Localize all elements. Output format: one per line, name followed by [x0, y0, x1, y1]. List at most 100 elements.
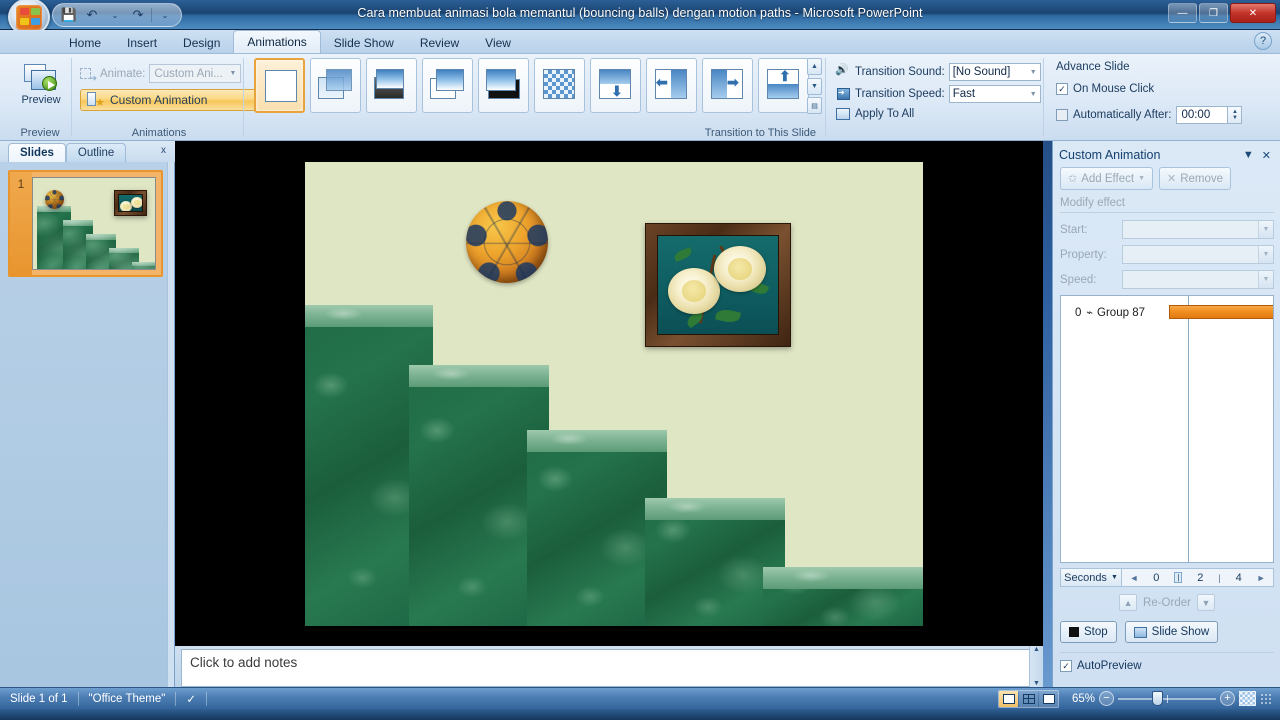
transition-fade-through-black[interactable]	[478, 58, 529, 113]
transition-wipe-left[interactable]: ⬅	[646, 58, 697, 113]
slides-pane-scrollbar[interactable]	[167, 162, 174, 687]
add-effect-button[interactable]: ✩ Add Effect ▼	[1060, 167, 1154, 190]
timeline-next-icon[interactable]: ►	[1257, 573, 1266, 583]
transition-fade-smoothly[interactable]	[422, 58, 473, 113]
undo-dropdown-icon[interactable]: ⌄	[105, 6, 125, 25]
zoom-slider-handle[interactable]	[1152, 691, 1163, 706]
picture-frame[interactable]	[645, 223, 791, 347]
remove-effect-button[interactable]: ✕ Remove	[1159, 167, 1232, 190]
slide-show-button[interactable]: Slide Show	[1124, 621, 1219, 643]
transition-wipe-down[interactable]: ⬇	[590, 58, 641, 113]
autopreview-row[interactable]: ✓ AutoPreview	[1060, 660, 1274, 672]
fit-to-window-button[interactable]	[1239, 691, 1256, 706]
close-button[interactable]: ✕	[1230, 3, 1276, 23]
notes-scrollbar[interactable]: ▲ ▼	[1029, 646, 1043, 687]
timeline-tick-2: 2	[1197, 571, 1204, 584]
autopreview-checkbox[interactable]: ✓	[1060, 660, 1072, 672]
automatically-after-spinner[interactable]: ▲ ▼	[1228, 106, 1243, 124]
zoom-out-button[interactable]: −	[1099, 691, 1114, 706]
tab-insert[interactable]: Insert	[114, 32, 170, 53]
slide-counter[interactable]: Slide 1 of 1	[0, 688, 78, 709]
resize-grip[interactable]	[1260, 692, 1272, 705]
apply-to-all-button[interactable]: Apply To All	[836, 107, 914, 121]
start-dropdown[interactable]: ▼	[1122, 220, 1274, 239]
tab-review[interactable]: Review	[407, 32, 472, 53]
theme-name[interactable]: "Office Theme"	[79, 688, 176, 709]
slide-canvas[interactable]	[305, 162, 923, 626]
animation-effect-list[interactable]: 0 ⌁ Group 87	[1060, 295, 1274, 563]
restore-button[interactable]: ❐	[1199, 3, 1228, 23]
customize-qat-icon[interactable]: ⌄	[155, 6, 175, 25]
notes-scroll-down-icon[interactable]: ▼	[1033, 680, 1040, 687]
view-slide-sorter-button[interactable]	[1019, 690, 1038, 707]
custom-animation-label: Custom Animation	[110, 93, 208, 107]
transition-cut-through-black[interactable]	[366, 58, 417, 113]
help-icon[interactable]: ?	[1254, 32, 1272, 50]
zoom-slider[interactable]	[1118, 691, 1216, 706]
bouncing-ball[interactable]	[466, 201, 548, 283]
redo-icon[interactable]: ↷	[128, 6, 148, 25]
timeline-tick-4: 4	[1235, 571, 1242, 584]
tab-home[interactable]: Home	[56, 32, 114, 53]
transition-sound-dropdown[interactable]: [No Sound] ▼	[948, 63, 1041, 81]
animation-timeline-bar[interactable]	[1169, 305, 1273, 319]
custom-animation-button[interactable]: Custom Animation	[80, 89, 256, 111]
timeline-tick-3: |	[1218, 572, 1221, 583]
zoom-in-button[interactable]: +	[1220, 691, 1235, 706]
transition-wipe-up[interactable]: ⬆	[758, 58, 809, 113]
notes-input[interactable]: Click to add notes	[181, 649, 1037, 687]
transition-wipe-right[interactable]: ➡	[702, 58, 753, 113]
timeline-controls: Seconds ▼ ◄ 0 | 2 | 4 ►	[1060, 568, 1274, 587]
notes-scroll-up-icon[interactable]: ▲	[1033, 646, 1040, 653]
on-mouse-click-row[interactable]: ✓ On Mouse Click	[1056, 83, 1154, 95]
transition-no-transition[interactable]	[254, 58, 305, 113]
stop-button[interactable]: Stop	[1060, 621, 1117, 643]
reorder-up-icon[interactable]: ▲	[1119, 594, 1138, 611]
start-label: Start:	[1060, 223, 1088, 236]
transition-blinds-fade-smoothly[interactable]	[310, 58, 361, 113]
timeline-scale[interactable]: ◄ 0 | 2 | 4 ►	[1122, 568, 1274, 587]
gallery-scroll-up-icon[interactable]: ▲	[807, 58, 822, 75]
spinner-down-icon[interactable]: ▼	[1232, 115, 1238, 121]
tab-view[interactable]: View	[472, 32, 524, 53]
stop-icon	[1069, 627, 1079, 637]
timeline-prev-icon[interactable]: ◄	[1129, 573, 1138, 583]
tab-slide-show[interactable]: Slide Show	[321, 32, 407, 53]
transition-dissolve[interactable]	[534, 58, 585, 113]
tab-slides[interactable]: Slides	[8, 143, 66, 162]
view-normal-button[interactable]	[999, 690, 1018, 707]
transition-sound-value: [No Sound]	[952, 66, 1011, 78]
transition-speed-dropdown[interactable]: Fast ▼	[948, 85, 1041, 103]
automatically-after-row[interactable]: Automatically After: 00:00 ▲ ▼	[1056, 106, 1243, 124]
tab-animations[interactable]: Animations	[233, 30, 321, 53]
task-pane-close-icon[interactable]: ✕	[1258, 149, 1275, 162]
undo-icon[interactable]: ↶	[82, 6, 102, 25]
stair-step-5[interactable]	[763, 567, 923, 626]
slide-thumbnail-1[interactable]: 1	[8, 170, 163, 277]
on-mouse-click-checkbox[interactable]: ✓	[1056, 83, 1068, 95]
preview-button-label: Preview	[21, 94, 61, 106]
property-dropdown[interactable]: ▼	[1122, 245, 1274, 264]
tab-outline[interactable]: Outline	[65, 143, 127, 162]
minimize-button[interactable]: —	[1168, 3, 1197, 23]
window-title: Cara membuat animasi bola memantul (boun…	[357, 6, 923, 20]
rose-right	[714, 246, 766, 292]
timeline-unit-dropdown[interactable]: Seconds ▼	[1060, 568, 1122, 587]
spell-check-icon[interactable]: ✓	[176, 688, 206, 709]
automatically-after-value[interactable]: 00:00	[1176, 106, 1229, 124]
animate-dropdown[interactable]: Custom Ani... ▼	[149, 64, 242, 83]
tab-design[interactable]: Design	[170, 32, 233, 53]
speed-dropdown[interactable]: ▼	[1122, 270, 1274, 289]
preview-button[interactable]: Preview	[16, 58, 66, 120]
task-pane-dropdown-icon[interactable]: ▼	[1239, 149, 1258, 161]
automatically-after-checkbox[interactable]	[1056, 109, 1068, 121]
preview-icon	[24, 62, 58, 92]
view-slide-show-button[interactable]	[1039, 690, 1058, 707]
close-slides-pane-icon[interactable]: x	[161, 145, 166, 156]
zoom-level[interactable]: 65%	[1063, 693, 1095, 705]
gallery-scrollbar[interactable]: ▲ ▼ ▤	[807, 58, 822, 114]
save-icon[interactable]: 💾	[59, 6, 79, 25]
gallery-scroll-down-icon[interactable]: ▼	[807, 77, 822, 95]
gallery-more-icon[interactable]: ▤	[807, 97, 822, 114]
reorder-down-icon[interactable]: ▼	[1196, 594, 1215, 611]
